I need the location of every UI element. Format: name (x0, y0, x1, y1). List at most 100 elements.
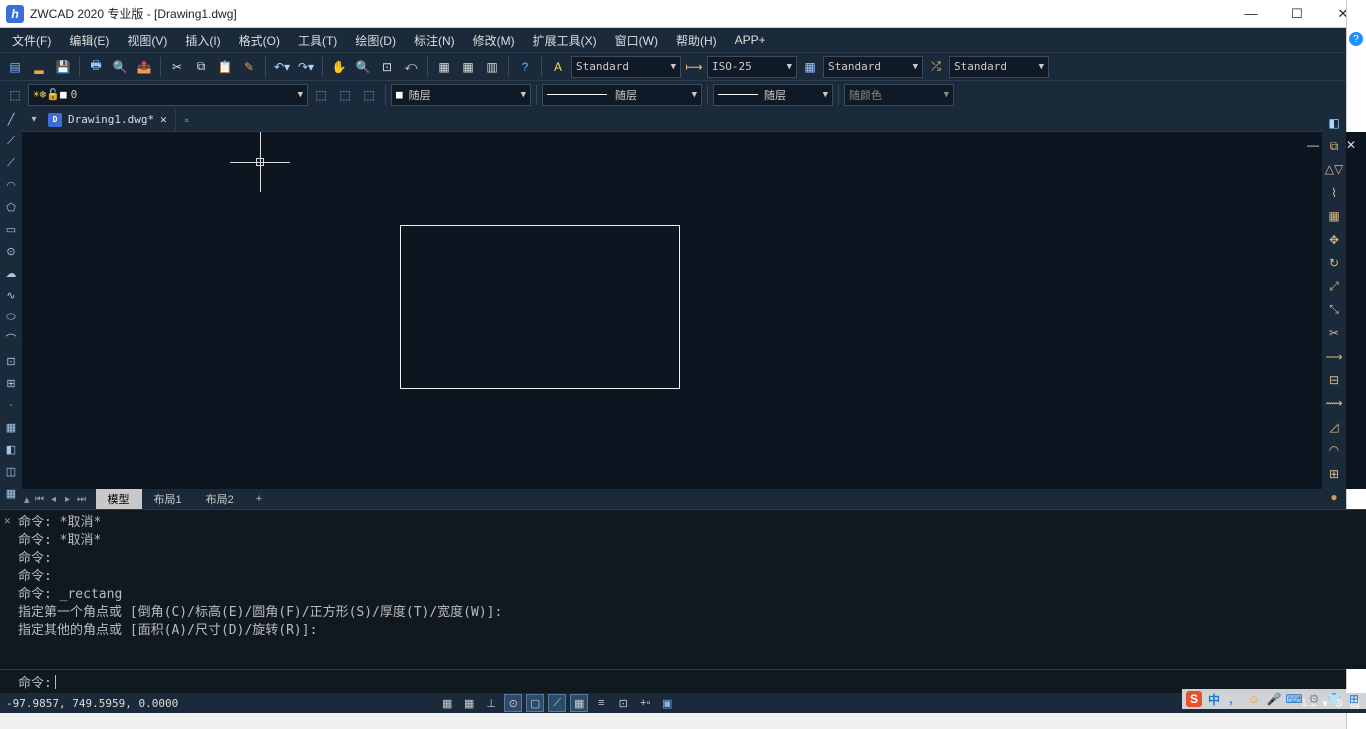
break-icon[interactable]: ⊟ (1325, 371, 1343, 388)
command-input[interactable] (62, 674, 1366, 689)
tray-settings-icon[interactable]: ⚙ (1306, 691, 1322, 707)
color-combo[interactable]: ■ 随层 ▼ (391, 84, 531, 106)
ime-icon[interactable]: S (1186, 691, 1202, 707)
trim-icon[interactable]: ✂ (1325, 325, 1343, 342)
document-tab[interactable]: D Drawing1.dwg* ✕ (40, 109, 176, 131)
mleader-style-icon[interactable]: ⤮ (925, 56, 947, 78)
tab-layout1[interactable]: 布局1 (142, 489, 194, 509)
preview-icon[interactable]: 🔍 (109, 56, 131, 78)
menu-edit[interactable]: 编辑(E) (60, 29, 118, 52)
tab-close-icon[interactable]: ✕ (160, 113, 167, 126)
snap-grid-icon[interactable]: ▦ (438, 694, 456, 712)
hatch-icon[interactable]: ▦ (2, 418, 20, 436)
save-icon[interactable]: 💾 (52, 56, 74, 78)
ellipse-arc-icon[interactable]: ⌒ (2, 330, 20, 348)
text-style-combo[interactable]: Standard ▼ (571, 56, 681, 78)
paste-icon[interactable]: 📋 (214, 56, 236, 78)
tray-emoji-icon[interactable]: ☺ (1246, 691, 1262, 707)
new-document-tab[interactable]: ▫ (176, 113, 198, 127)
plotstyle-combo[interactable]: 随颜色 ▼ (844, 84, 954, 106)
layer-combo[interactable]: ☀ ❄ 🔓 ■ 0 ▼ (28, 84, 308, 106)
undo-icon[interactable]: ↶▾ (271, 56, 293, 78)
move-icon[interactable]: ✥ (1325, 231, 1343, 248)
menu-dimension[interactable]: 标注(N) (405, 29, 464, 52)
zoom-rt-icon[interactable]: 🔍 (352, 56, 374, 78)
tool-palette-icon[interactable]: ▥ (481, 56, 503, 78)
polar-icon[interactable]: ⊙ (504, 694, 522, 712)
layer-iso-icon[interactable]: ⬚ (358, 84, 380, 106)
help-icon[interactable]: ? (514, 56, 536, 78)
new-icon[interactable]: ▤ (4, 56, 26, 78)
revcloud-icon[interactable]: ☁ (2, 264, 20, 282)
offset-icon[interactable]: ⌇ (1325, 184, 1343, 201)
tab-layout2[interactable]: 布局2 (194, 489, 246, 509)
table-style-icon[interactable]: ▦ (799, 56, 821, 78)
layout-prev-icon[interactable]: ◂ (48, 494, 60, 505)
menu-help[interactable]: 帮助(H) (667, 29, 726, 52)
menu-format[interactable]: 格式(O) (230, 29, 289, 52)
layer-state-icon[interactable]: ⬚ (334, 84, 356, 106)
publish-icon[interactable]: 📤 (133, 56, 155, 78)
properties-icon[interactable]: ▦ (433, 56, 455, 78)
ime-mode[interactable]: 中 (1206, 691, 1222, 707)
line-icon[interactable]: ╱ (2, 110, 20, 128)
zoom-window-icon[interactable]: ⊡ (376, 56, 398, 78)
drawing-canvas[interactable]: — ❐ ✕ (22, 132, 1366, 489)
mirror-icon[interactable]: △▽ (1325, 161, 1343, 178)
make-block-icon[interactable]: ⊞ (2, 374, 20, 392)
region-icon[interactable]: ◫ (2, 462, 20, 480)
doc-close-icon[interactable]: ✕ (1346, 138, 1356, 152)
ortho-icon[interactable]: ⊥ (482, 694, 500, 712)
menu-modify[interactable]: 修改(M) (464, 29, 524, 52)
circle-icon[interactable]: ⊙ (2, 242, 20, 260)
tray-skin-icon[interactable]: 👕 (1326, 691, 1342, 707)
copy-obj-icon[interactable]: ⧉ (1325, 137, 1343, 154)
layout-first-icon[interactable]: ⏮ (34, 494, 46, 505)
redo-icon[interactable]: ↷▾ (295, 56, 317, 78)
join-icon[interactable]: ⟿ (1325, 395, 1343, 412)
array-icon[interactable]: ▦ (1325, 208, 1343, 225)
layer-manager-icon[interactable]: ⬚ (4, 84, 26, 106)
cycling-icon[interactable]: ⊡ (614, 694, 632, 712)
pan-icon[interactable]: ✋ (328, 56, 350, 78)
match-icon[interactable]: ✎ (238, 56, 260, 78)
rectangle-icon[interactable]: ▭ (2, 220, 20, 238)
coordinates-readout[interactable]: -97.9857, 749.5959, 0.0000 (6, 697, 178, 710)
console-close-icon[interactable]: ✕ (4, 514, 11, 527)
tray-keyboard-icon[interactable]: ⌨ (1286, 691, 1302, 707)
dim-style-icon[interactable]: ⟼ (683, 56, 705, 78)
extend-icon[interactable]: ⟶ (1325, 348, 1343, 365)
layer-prev-icon[interactable]: ⬚ (310, 84, 332, 106)
menu-tools[interactable]: 工具(T) (289, 29, 346, 52)
dynamic-ucs-icon[interactable]: +▫ (636, 694, 654, 712)
print-icon[interactable]: 🖶 (85, 56, 107, 78)
point-icon[interactable]: · (2, 396, 20, 414)
lwt-icon[interactable]: ≡ (592, 694, 610, 712)
xline-icon[interactable]: ⟋ (2, 132, 20, 150)
menu-express[interactable]: 扩展工具(X) (524, 29, 606, 52)
zoom-prev-icon[interactable]: ⤺ (400, 56, 422, 78)
menu-file[interactable]: 文件(F) (3, 29, 60, 52)
scale-icon[interactable]: ⤢ (1325, 278, 1343, 295)
grid-display-icon[interactable]: ▦ (460, 694, 478, 712)
insert-block-icon[interactable]: ⊡ (2, 352, 20, 370)
tray-punct-icon[interactable]: ， (1226, 691, 1242, 707)
tab-list-dropdown[interactable]: ▾ (28, 114, 40, 125)
spline-icon[interactable]: ∿ (2, 286, 20, 304)
help-badge-icon[interactable]: ? (1349, 32, 1363, 46)
doc-minimize-icon[interactable]: — (1307, 138, 1319, 152)
table-style-combo[interactable]: Standard ▼ (823, 56, 923, 78)
otrack-icon[interactable]: ⟋ (548, 694, 566, 712)
rotate-icon[interactable]: ↻ (1325, 254, 1343, 271)
erase-icon[interactable]: ◧ (1325, 114, 1343, 131)
fillet-icon[interactable]: ◠ (1325, 441, 1343, 458)
lineweight-combo[interactable]: 随层 ▼ (713, 84, 833, 106)
dyn-input-icon[interactable]: ▦ (570, 694, 588, 712)
menu-view[interactable]: 视图(V) (118, 29, 176, 52)
menu-app[interactable]: APP+ (726, 30, 775, 50)
design-center-icon[interactable]: ▦ (457, 56, 479, 78)
stretch-icon[interactable]: ⤡ (1325, 301, 1343, 318)
linetype-combo[interactable]: 随层 ▼ (542, 84, 702, 106)
layout-collapse-icon[interactable]: ▴ (24, 493, 30, 506)
polyline-icon[interactable]: ⟋ (2, 154, 20, 172)
